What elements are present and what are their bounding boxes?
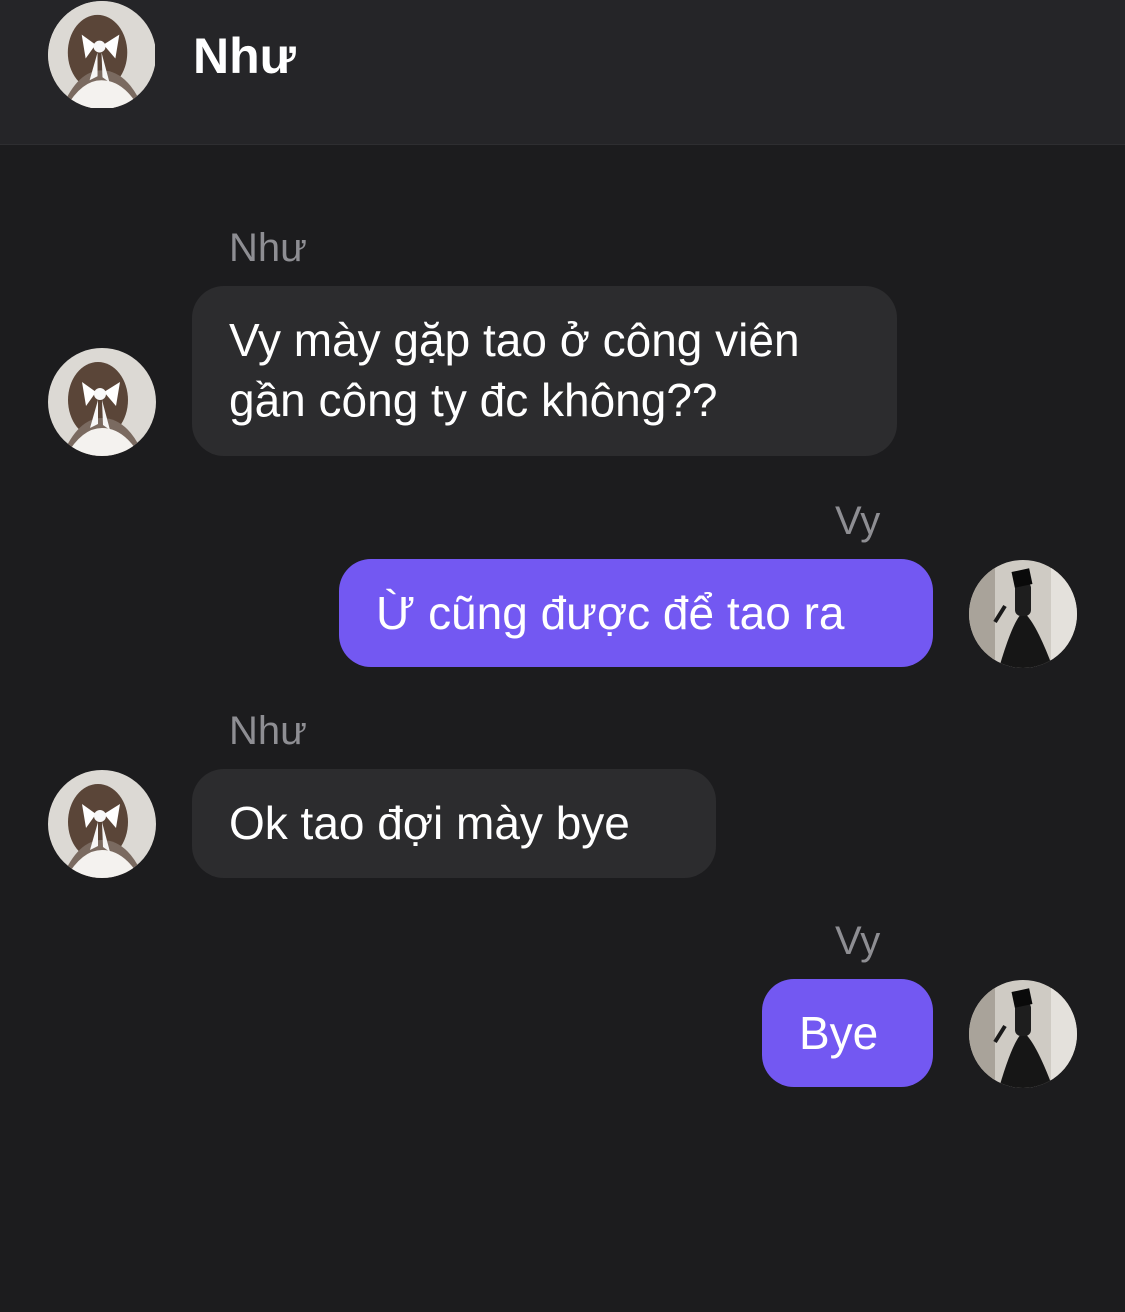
sender-name: Vy bbox=[835, 919, 881, 963]
contact-name-title: Như bbox=[193, 28, 296, 84]
user-avatar[interactable] bbox=[969, 980, 1077, 1088]
message-text-line: Vy mày gặp tao ở công viên bbox=[229, 314, 800, 366]
message-text-line: Ok tao đợi mày bye bbox=[229, 797, 630, 849]
girl-with-bow-avatar-icon bbox=[48, 770, 156, 878]
user-avatar[interactable] bbox=[969, 560, 1077, 668]
message-text-line: Ừ cũng được để tao ra bbox=[376, 587, 845, 639]
sender-name: Như bbox=[229, 226, 307, 270]
chat-header: Như bbox=[0, 0, 1125, 145]
message-bubble-outgoing[interactable]: Ừ cũng được để tao ra bbox=[339, 559, 933, 667]
message-text-line: gần công ty đc không?? bbox=[229, 374, 718, 426]
contact-avatar[interactable] bbox=[48, 1, 156, 109]
girl-in-black-dress-avatar-icon bbox=[969, 980, 1077, 1088]
message-bubble-incoming[interactable]: Vy mày gặp tao ở công viên gần công ty đ… bbox=[192, 286, 897, 456]
sender-name: Vy bbox=[835, 499, 881, 543]
girl-in-black-dress-avatar-icon bbox=[969, 560, 1077, 668]
sender-name: Như bbox=[229, 709, 307, 753]
sender-avatar[interactable] bbox=[48, 348, 156, 456]
message-bubble-outgoing[interactable]: Bye bbox=[762, 979, 933, 1087]
sender-avatar[interactable] bbox=[48, 770, 156, 878]
girl-with-bow-avatar-icon bbox=[48, 1, 155, 108]
message-bubble-incoming[interactable]: Ok tao đợi mày bye bbox=[192, 769, 716, 878]
girl-with-bow-avatar-icon bbox=[48, 348, 156, 456]
message-text-line: Bye bbox=[799, 1007, 879, 1059]
